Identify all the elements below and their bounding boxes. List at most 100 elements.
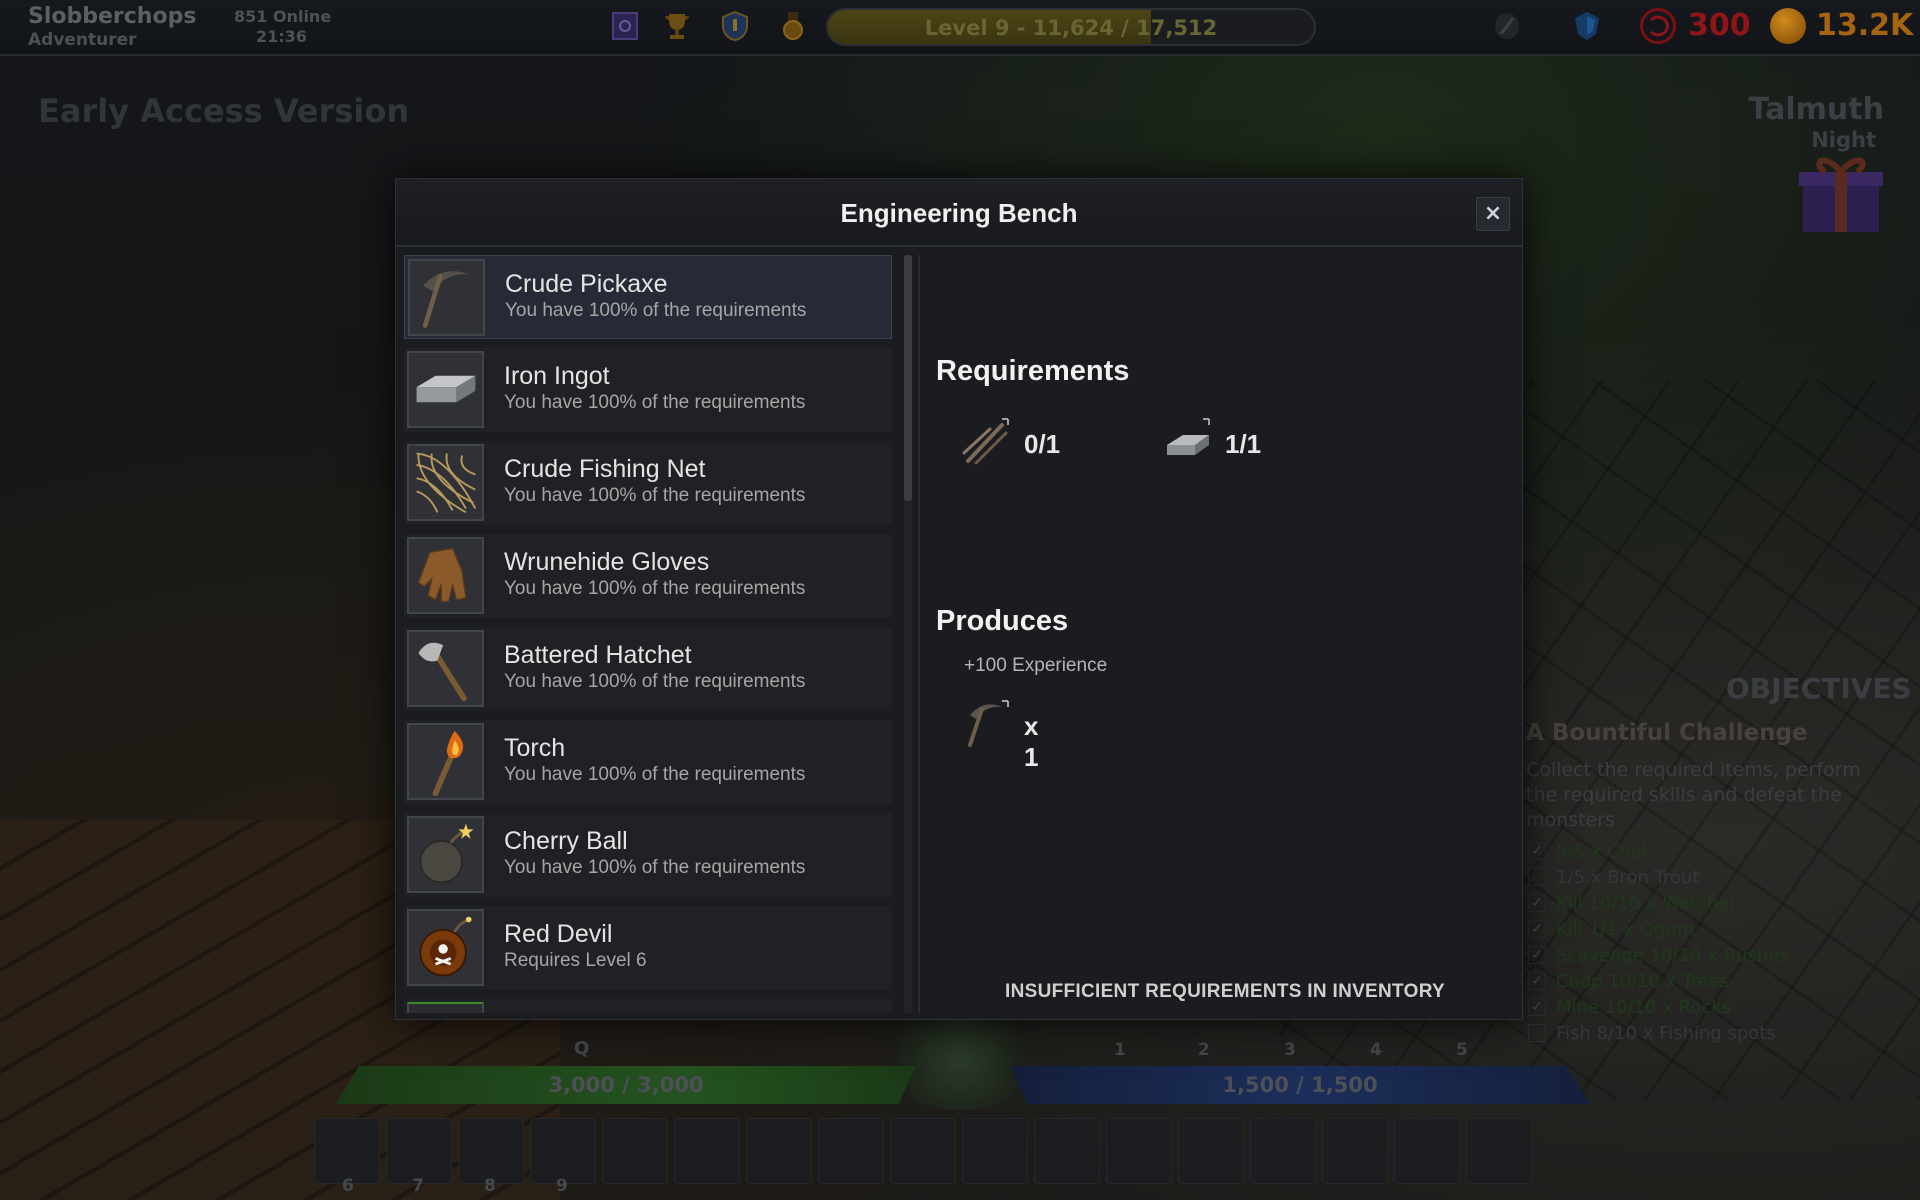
recipe-name: Crude Fishing Net xyxy=(504,455,706,483)
recipe-name: Cherry Ball xyxy=(504,827,628,855)
objective-item: ✓ Scavenge 10/10 x Bushes xyxy=(1528,942,1908,968)
slot-number-6: 6 xyxy=(342,1176,354,1196)
online-count: 851 Online xyxy=(234,7,332,26)
produced-count: x 1 xyxy=(1024,711,1039,772)
requirement-count: 0/1 xyxy=(1024,429,1061,459)
hotbar-slot[interactable] xyxy=(818,1118,884,1184)
recipe-item[interactable]: Red Devil Requires Level 6 xyxy=(404,906,892,990)
recipe-name: Torch xyxy=(504,734,566,762)
trophy-icon[interactable] xyxy=(662,10,692,42)
objective-text: Mine 10/10 x Rocks xyxy=(1556,996,1732,1018)
red-currency-icon xyxy=(1640,8,1676,44)
dialog-header: Engineering Bench × xyxy=(396,179,1522,247)
ingot-icon xyxy=(407,351,484,428)
objective-item: ✓ Kill 1/1 x Ogum xyxy=(1528,916,1908,942)
recipe-item[interactable]: Torch You have 100% of the requirements xyxy=(404,720,892,804)
recipe-status: You have 100% of the requirements xyxy=(504,857,806,878)
checkmark-icon: ✓ xyxy=(1528,972,1546,990)
crystal-shield-icon[interactable] xyxy=(1572,10,1602,42)
pickaxe-icon xyxy=(960,697,1014,751)
objective-text: Scavenge 10/10 x Bushes xyxy=(1556,944,1789,966)
objective-item: ✓ 5/5 x Coal xyxy=(1528,838,1908,864)
hatchet-icon xyxy=(407,630,484,707)
empty-checkbox-icon xyxy=(1528,868,1546,886)
hotbar-slot[interactable] xyxy=(386,1118,452,1184)
skill-key-4: 4 xyxy=(1370,1040,1382,1060)
hotbar-slot[interactable] xyxy=(1394,1118,1460,1184)
recipe-list-scrollbar[interactable] xyxy=(904,255,912,1013)
checkmark-icon: ✓ xyxy=(1528,946,1546,964)
objective-title[interactable]: A Bountiful Challenge xyxy=(1526,720,1808,746)
gift-box-icon[interactable] xyxy=(1795,150,1887,236)
recipe-item[interactable]: Crude Pickaxe You have 100% of the requir… xyxy=(404,255,892,339)
slot-number-8: 8 xyxy=(484,1176,496,1196)
checkmark-icon: ✓ xyxy=(1528,998,1546,1016)
recipe-status: You have 100% of the requirements xyxy=(504,392,806,413)
recipe-status: You have 100% of the requirements xyxy=(504,764,806,785)
hotbar-slot[interactable] xyxy=(1250,1118,1316,1184)
checkmark-icon: ✓ xyxy=(1528,894,1546,912)
recipe-name: Crude Pickaxe xyxy=(505,270,668,298)
hotbar-slot[interactable] xyxy=(1034,1118,1100,1184)
spellbook-icon[interactable] xyxy=(610,10,640,42)
hotbar-slot[interactable] xyxy=(314,1118,380,1184)
gold-coin-icon xyxy=(1770,8,1806,44)
hotbar-slot[interactable] xyxy=(962,1118,1028,1184)
recipe-name: Battered Hatchet xyxy=(504,641,692,669)
red-bomb-icon xyxy=(407,909,484,986)
early-access-banner: Early Access Version xyxy=(38,92,410,130)
recipe-item[interactable]: Battered Hatchet You have 100% of the req… xyxy=(404,627,892,711)
recipe-icon xyxy=(407,1002,484,1013)
bomb-icon xyxy=(407,816,484,893)
ability-key-q: Q xyxy=(574,1038,590,1059)
hotbar-slot[interactable] xyxy=(1106,1118,1172,1184)
objective-description: Collect the required items, perform the … xyxy=(1526,759,1861,831)
player-name[interactable]: Slobberchops xyxy=(28,4,196,29)
recipe-status: Requires Level 6 xyxy=(504,950,647,971)
hotbar-slot[interactable] xyxy=(1178,1118,1244,1184)
level-text: Level 9 - 11,624 / 17,512 xyxy=(924,16,1218,40)
dialog-title: Engineering Bench xyxy=(840,198,1078,228)
hotbar xyxy=(314,1118,1538,1184)
hotbar-slot[interactable] xyxy=(1322,1118,1388,1184)
torch-icon xyxy=(407,723,484,800)
requirements-title: Requirements xyxy=(936,355,1130,387)
medal-icon[interactable] xyxy=(778,10,808,42)
objective-item: ✓ Chop 10/10 x Trees xyxy=(1528,968,1908,994)
close-button[interactable]: × xyxy=(1476,197,1510,231)
skill-key-2: 2 xyxy=(1198,1040,1210,1060)
objective-item: Fish 8/10 x Fishing spots xyxy=(1528,1020,1908,1046)
recipe-item[interactable]: Iron Ingot You have 100% of the requireme… xyxy=(404,348,892,432)
minimap[interactable] xyxy=(880,1010,1040,1110)
experience-reward: +100 Experience xyxy=(964,655,1108,676)
recipe-item[interactable]: Wrunehide Gloves You have 100% of the req… xyxy=(404,534,892,618)
hotbar-slot[interactable] xyxy=(530,1118,596,1184)
hotbar-slot[interactable] xyxy=(746,1118,812,1184)
clock: 21:36 xyxy=(256,27,307,46)
recipe-status: You have 100% of the requirements xyxy=(504,485,806,506)
time-of-day: Night xyxy=(1811,128,1876,152)
red-currency-value: 300 xyxy=(1688,8,1751,43)
guild-shield-icon[interactable] xyxy=(720,10,750,42)
hotbar-slot[interactable] xyxy=(1466,1118,1532,1184)
scrollbar-thumb[interactable] xyxy=(904,255,912,501)
recipe-item-partial[interactable] xyxy=(404,999,892,1013)
checkmark-icon: ✓ xyxy=(1528,842,1546,860)
engineering-bench-dialog: Engineering Bench × Crude Pickaxe You hav… xyxy=(395,178,1523,1020)
objective-item: ✓ Kill 10/10 x Watcher xyxy=(1528,890,1908,916)
skill-key-1: 1 xyxy=(1114,1040,1126,1060)
sticks-icon xyxy=(960,415,1014,469)
hotbar-slot[interactable] xyxy=(458,1118,524,1184)
recipe-item[interactable]: Crude Fishing Net You have 100% of the re… xyxy=(404,441,892,525)
recipe-status: You have 100% of the requirements xyxy=(505,300,807,321)
fishing-net-icon xyxy=(407,444,484,521)
hotbar-slot[interactable] xyxy=(674,1118,740,1184)
hotbar-slot[interactable] xyxy=(602,1118,668,1184)
hotbar-slot[interactable] xyxy=(890,1118,956,1184)
slot-number-9: 9 xyxy=(556,1176,568,1196)
panel-divider xyxy=(918,255,920,1013)
objective-text: Kill 1/1 x Ogum xyxy=(1556,918,1695,940)
ingot-icon xyxy=(1161,415,1215,469)
feather-icon[interactable] xyxy=(1492,10,1522,42)
recipe-item[interactable]: Cherry Ball You have 100% of the requirem… xyxy=(404,813,892,897)
